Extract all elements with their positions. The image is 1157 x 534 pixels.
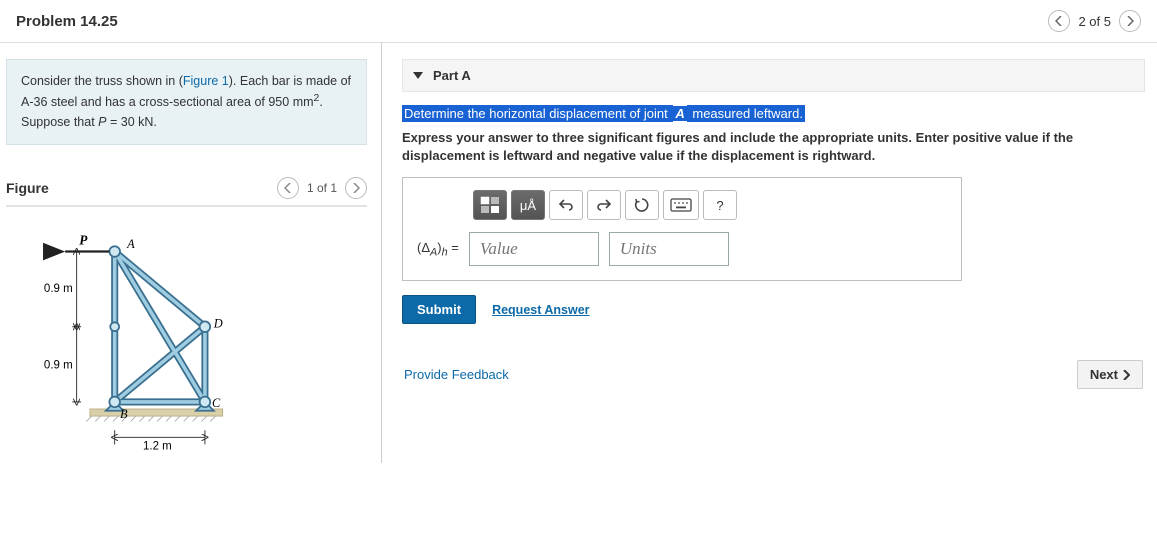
svg-text:A: A (126, 237, 135, 251)
footer-row: Provide Feedback Next (402, 360, 1145, 389)
chevron-right-icon (1122, 370, 1130, 380)
prev-problem-button[interactable] (1048, 10, 1070, 32)
reset-button[interactable] (625, 190, 659, 220)
svg-text:B: B (120, 407, 128, 421)
answer-box: μÅ ? (ΔA)h = (402, 177, 962, 281)
units-button[interactable]: μÅ (511, 190, 545, 220)
page-header: Problem 14.25 2 of 5 (0, 0, 1157, 43)
next-button[interactable]: Next (1077, 360, 1143, 389)
svg-text:D: D (213, 317, 223, 331)
answer-inputs: (ΔA)h = (417, 232, 947, 266)
problem-title: Problem 14.25 (16, 13, 118, 30)
templates-button[interactable] (473, 190, 507, 220)
figure-image: P A B C D 0.9 m 0.9 m 1.2 m (6, 207, 367, 455)
value-input[interactable] (469, 232, 599, 266)
figure-pager: 1 of 1 (277, 177, 367, 199)
figure-prev-button[interactable] (277, 177, 299, 199)
figure-next-button[interactable] (345, 177, 367, 199)
figure-heading: Figure (6, 180, 49, 196)
right-column: Part A Determine the horizontal displace… (382, 43, 1157, 463)
left-column: Consider the truss shown in (Figure 1). … (0, 43, 382, 463)
collapse-icon (413, 72, 423, 79)
svg-text:C: C (212, 397, 221, 411)
answer-lhs: (ΔA)h = (417, 240, 459, 259)
answer-toolbar: μÅ ? (473, 190, 947, 220)
redo-button[interactable] (587, 190, 621, 220)
problem-statement: Consider the truss shown in (Figure 1). … (6, 59, 367, 145)
units-input[interactable] (609, 232, 729, 266)
instruction-secondary: Express your answer to three significant… (402, 129, 1145, 165)
next-problem-button[interactable] (1119, 10, 1141, 32)
request-answer-link[interactable]: Request Answer (492, 303, 589, 317)
submit-button[interactable]: Submit (402, 295, 476, 324)
svg-text:1.2 m: 1.2 m (143, 441, 172, 453)
figure-pager-text: 1 of 1 (307, 181, 337, 195)
svg-text:0.9 m: 0.9 m (44, 360, 73, 372)
instruction-highlight: Determine the horizontal displacement of… (402, 106, 1145, 121)
submit-row: Submit Request Answer (402, 295, 1145, 324)
keyboard-button[interactable] (663, 190, 699, 220)
part-header[interactable]: Part A (402, 59, 1145, 92)
figure-link[interactable]: Figure 1 (183, 74, 229, 88)
pager-text: 2 of 5 (1078, 14, 1111, 29)
problem-pager: 2 of 5 (1048, 10, 1141, 32)
svg-text:0.9 m: 0.9 m (44, 284, 73, 296)
figure-header: Figure 1 of 1 (6, 177, 367, 207)
undo-button[interactable] (549, 190, 583, 220)
part-label: Part A (433, 68, 471, 83)
help-button[interactable]: ? (703, 190, 737, 220)
provide-feedback-link[interactable]: Provide Feedback (404, 367, 509, 382)
svg-text:P: P (79, 233, 88, 248)
